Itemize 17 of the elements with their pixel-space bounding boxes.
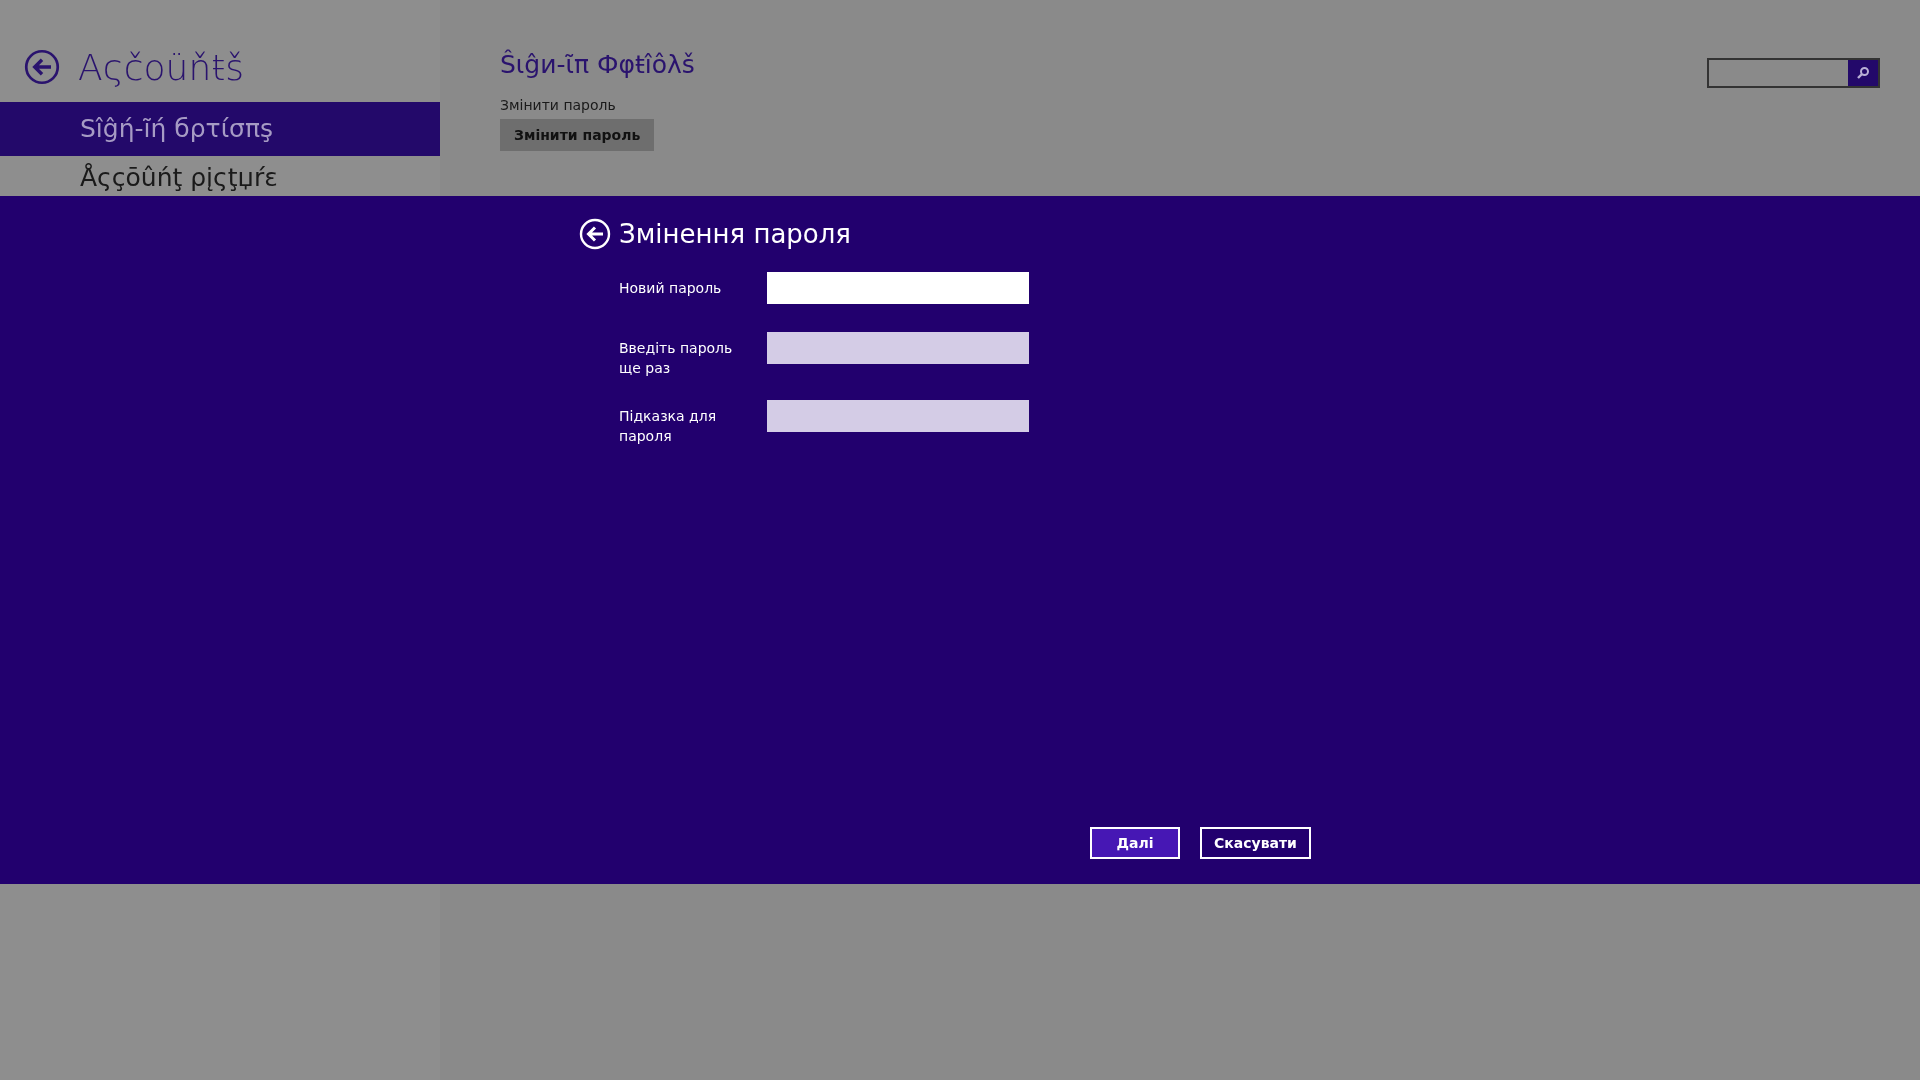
input-field[interactable] [767, 400, 1029, 432]
field-label: Введіть пароль ще раз [619, 339, 734, 378]
input-field[interactable] [767, 332, 1029, 364]
next-button[interactable]: Далі [1090, 827, 1180, 859]
field-label: Новий пароль [619, 279, 723, 298]
setting-label: Змінити пароль [500, 97, 617, 113]
sidebar-item[interactable]: Åςçōûńţ ρįςţџŕε [0, 156, 440, 200]
dialog-title: Змінення пароля [619, 219, 851, 249]
search-field[interactable] [1707, 58, 1880, 88]
input-field[interactable] [767, 272, 1029, 304]
change-password-button[interactable]: Змінити пароль [500, 119, 655, 151]
page-title: Aςčoüňŧš [78, 46, 245, 88]
field-label: Підказка для пароля [619, 407, 718, 446]
search-icon[interactable] [1848, 60, 1878, 86]
section-title: Ŝιĝи-ῖπ Фφŧîôλš [500, 50, 695, 79]
sidebar-item[interactable]: Sîĝή-ĩή бρτίσπş [0, 102, 440, 156]
cancel-button[interactable]: Скасувати [1200, 827, 1311, 859]
